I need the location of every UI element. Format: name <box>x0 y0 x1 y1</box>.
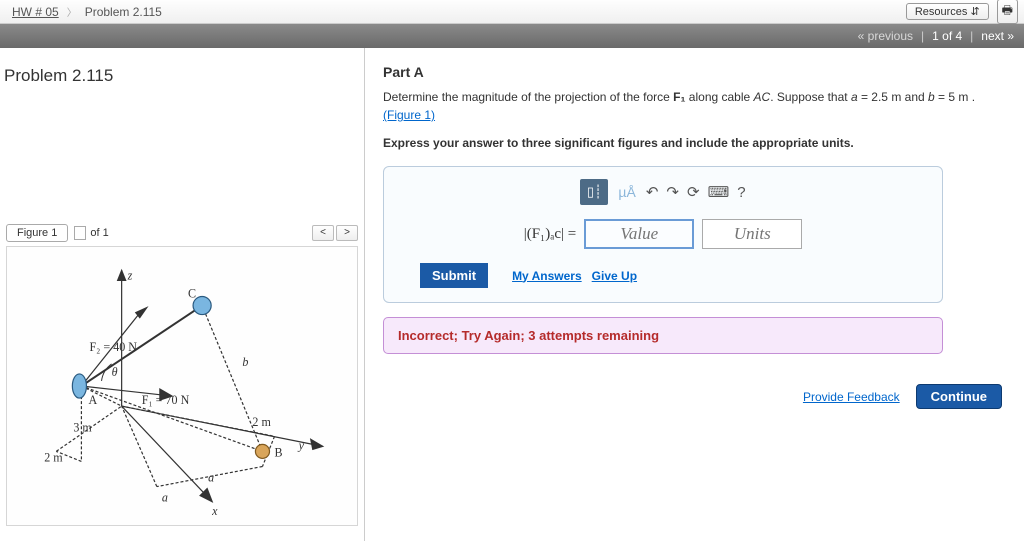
submit-row: Submit My Answers Give Up <box>396 263 930 288</box>
left-column: Problem 2.115 Figure 1 of 1 < > <box>0 48 365 541</box>
part-title: Part A <box>383 64 1006 80</box>
figure-next-button[interactable]: > <box>336 225 358 241</box>
value-input[interactable] <box>584 219 694 249</box>
svg-text:F₂ = 40 N: F₂ = 40 N <box>89 340 137 354</box>
svg-text:B: B <box>275 445 283 459</box>
pager-bar: « previous | 1 of 4 | next » <box>0 24 1024 48</box>
svg-text:C: C <box>188 286 196 300</box>
svg-text:a: a <box>208 471 214 485</box>
svg-text:F₁ = 70 N: F₁ = 70 N <box>142 393 190 407</box>
svg-text:x: x <box>211 504 218 518</box>
footer-actions: Provide Feedback Continue <box>383 384 1006 409</box>
pager-sep-1: | <box>921 29 924 43</box>
right-column: Part A Determine the magnitude of the pr… <box>365 48 1024 541</box>
continue-button[interactable]: Continue <box>916 384 1002 409</box>
svg-text:a: a <box>162 491 168 505</box>
resources-button[interactable]: Resources ⇵ <box>906 3 989 20</box>
units-input[interactable] <box>702 219 802 249</box>
svg-text:2 m: 2 m <box>44 450 63 464</box>
top-nav: HW # 05 〉 Problem 2.115 Resources ⇵ 🖶 <box>0 0 1024 24</box>
pager-status: 1 of 4 <box>928 29 966 43</box>
breadcrumb-problem: Problem 2.115 <box>79 5 168 19</box>
svg-text:z: z <box>127 268 133 282</box>
previous-button[interactable]: « previous <box>854 29 917 43</box>
figure-prev-button[interactable]: < <box>312 225 334 241</box>
keyboard-icon[interactable]: ⌨ <box>708 183 730 201</box>
my-answers-link[interactable]: My Answers <box>512 269 582 283</box>
answer-panel: ▯┊ µÅ ↶ ↷ ⟳ ⌨ ? |(F₁)ₐc| = Submit My Ans… <box>383 166 943 303</box>
svg-text:A: A <box>88 393 97 407</box>
give-up-link[interactable]: Give Up <box>592 269 637 283</box>
nav-right: Resources ⇵ 🖶 <box>906 0 1018 24</box>
figure-panel: z C b F₂ = 40 N θ F₁ = 70 N A 3 m 2 m 2 … <box>6 246 358 526</box>
figure-nav-buttons: < > <box>312 225 358 241</box>
breadcrumb: HW # 05 〉 Problem 2.115 <box>6 4 168 19</box>
provide-feedback-link[interactable]: Provide Feedback <box>803 390 900 404</box>
content-area: Problem 2.115 Figure 1 of 1 < > <box>0 48 1024 541</box>
redo-icon[interactable]: ↷ <box>666 183 679 201</box>
figure-diagram: z C b F₂ = 40 N θ F₁ = 70 N A 3 m 2 m 2 … <box>11 251 353 521</box>
answer-input-row: |(F₁)ₐc| = <box>396 219 930 249</box>
updown-icon: ⇵ <box>970 6 979 18</box>
svg-text:θ: θ <box>112 365 118 379</box>
undo-icon[interactable]: ↶ <box>646 183 659 201</box>
svg-text:b: b <box>242 355 248 369</box>
feedback-message: Incorrect; Try Again; 3 attempts remaini… <box>383 317 943 354</box>
answer-links: My Answers Give Up <box>512 269 637 283</box>
figure-tab-bar: Figure 1 of 1 < > <box>6 224 358 242</box>
print-button[interactable]: 🖶 <box>997 0 1018 24</box>
answer-lhs-label: |(F₁)ₐc| = <box>524 226 577 243</box>
next-button[interactable]: next » <box>977 29 1018 43</box>
problem-text: Determine the magnitude of the projectio… <box>383 88 1003 152</box>
svg-text:3 m: 3 m <box>73 420 92 434</box>
figure-tab[interactable]: Figure 1 <box>6 224 68 242</box>
toolbar-tools: ↶ ↷ ⟳ ⌨ ? <box>646 183 746 201</box>
svg-text:y: y <box>298 438 305 452</box>
figure-stepper[interactable] <box>74 226 86 240</box>
figure-of-label: of 1 <box>90 227 108 239</box>
units-hint[interactable]: µÅ <box>618 184 635 200</box>
help-icon[interactable]: ? <box>737 184 745 201</box>
breadcrumb-hw[interactable]: HW # 05 <box>6 5 65 19</box>
svg-text:2 m: 2 m <box>252 415 271 429</box>
reset-icon[interactable]: ⟳ <box>687 183 700 201</box>
figure-link[interactable]: (Figure 1) <box>383 108 435 122</box>
chevron-right-icon: 〉 <box>67 4 77 19</box>
instruction-text: Express your answer to three significant… <box>383 134 1003 152</box>
answer-toolbar: ▯┊ µÅ ↶ ↷ ⟳ ⌨ ? <box>396 179 930 205</box>
printer-icon: 🖶 <box>1002 3 1013 17</box>
pager-sep-2: | <box>970 29 973 43</box>
problem-title: Problem 2.115 <box>0 48 364 94</box>
template-button[interactable]: ▯┊ <box>580 179 608 205</box>
figure-stepper-group: of 1 <box>74 226 108 240</box>
submit-button[interactable]: Submit <box>420 263 488 288</box>
